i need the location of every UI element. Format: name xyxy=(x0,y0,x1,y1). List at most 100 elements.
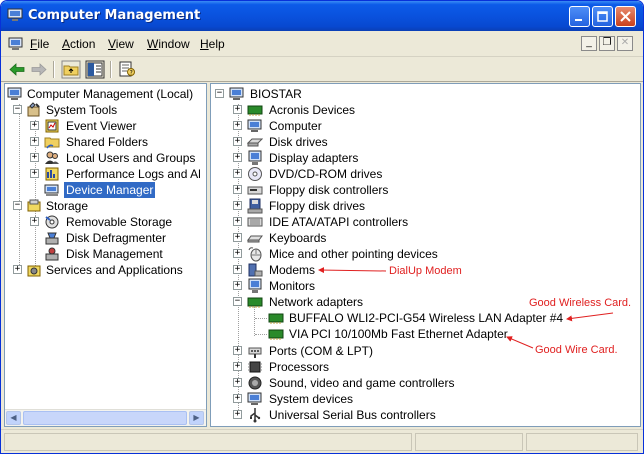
menu-view[interactable]: View xyxy=(108,37,134,51)
tree-line xyxy=(255,334,267,335)
scroll-right-button[interactable]: ▶ xyxy=(189,411,204,425)
expand-toggle[interactable]: + xyxy=(233,410,242,419)
show-hide-tree-icon[interactable] xyxy=(85,60,105,79)
expand-toggle[interactable]: + xyxy=(233,121,242,130)
display-adapter-icon xyxy=(248,150,262,165)
status-bar xyxy=(1,429,643,453)
expand-toggle[interactable]: + xyxy=(13,265,22,274)
menu-help[interactable]: Help xyxy=(200,37,225,51)
window-title: Computer Management xyxy=(28,8,201,23)
status-cell-tertiary xyxy=(526,433,638,451)
network-card-icon xyxy=(268,329,284,340)
toolbar-separator xyxy=(53,61,55,78)
modem-icon xyxy=(248,263,263,277)
expand-toggle[interactable]: + xyxy=(30,137,39,146)
expand-toggle[interactable]: + xyxy=(233,346,242,355)
menu-bar: File Action View Window Help _ ❐ ✕ xyxy=(1,31,643,57)
toolbar-separator xyxy=(110,61,112,78)
menu-action[interactable]: Action xyxy=(62,37,95,51)
expand-toggle[interactable]: + xyxy=(30,121,39,130)
performance-logs-icon xyxy=(45,167,59,181)
system-devices-icon xyxy=(247,392,262,405)
usb-icon xyxy=(250,408,261,423)
forward-arrow-icon[interactable] xyxy=(29,60,49,79)
expand-toggle[interactable]: + xyxy=(233,362,242,371)
storage-icon xyxy=(27,199,41,212)
expand-toggle[interactable]: + xyxy=(233,378,242,387)
expand-toggle[interactable]: + xyxy=(233,153,242,162)
maximize-button[interactable] xyxy=(592,6,613,27)
mdi-minimize-button[interactable]: _ xyxy=(581,36,597,51)
up-folder-icon[interactable] xyxy=(61,60,81,79)
expand-toggle[interactable]: + xyxy=(233,394,242,403)
expand-toggle[interactable]: + xyxy=(233,265,242,274)
keyboard-icon xyxy=(247,235,263,243)
computer-icon xyxy=(229,87,244,100)
annotation-good-wire-card: Good Wire Card. xyxy=(535,344,618,356)
network-adapter-icon xyxy=(247,297,263,308)
toolbar: ? xyxy=(1,57,643,82)
expand-toggle[interactable]: + xyxy=(233,185,242,194)
minimize-icon xyxy=(575,19,582,21)
ide-controller-icon xyxy=(247,217,263,227)
status-cell-secondary xyxy=(415,433,523,451)
expand-toggle[interactable]: + xyxy=(233,217,242,226)
cd-drive-icon xyxy=(248,167,262,181)
mmc-document-icon[interactable] xyxy=(8,36,24,52)
back-arrow-icon[interactable] xyxy=(7,60,27,79)
menu-window[interactable]: Window xyxy=(147,37,190,51)
device-manager-icon xyxy=(44,184,59,196)
scrollbar-thumb[interactable] xyxy=(23,411,187,425)
disk-defragmenter-icon xyxy=(45,232,59,245)
maximize-icon xyxy=(597,11,608,22)
mouse-icon xyxy=(248,247,262,262)
menu-file[interactable]: File xyxy=(30,37,49,51)
computer-management-icon xyxy=(7,8,23,21)
expand-toggle[interactable]: + xyxy=(30,217,39,226)
mdi-restore-button[interactable]: ❐ xyxy=(599,36,615,51)
computer-management-window: Computer Management File Action View Win… xyxy=(0,0,644,454)
expand-toggle[interactable]: + xyxy=(233,137,242,146)
tree-line xyxy=(19,104,20,269)
minimize-button[interactable] xyxy=(569,6,590,27)
shared-folder-icon xyxy=(44,137,60,149)
status-cell-main xyxy=(4,433,412,451)
scroll-left-button[interactable]: ◀ xyxy=(6,411,21,425)
expand-toggle[interactable]: + xyxy=(233,169,242,178)
close-button[interactable] xyxy=(615,6,636,27)
expand-toggle[interactable]: + xyxy=(233,249,242,258)
floppy-drive-icon xyxy=(247,198,263,214)
mdi-close-button[interactable]: ✕ xyxy=(617,36,633,51)
network-card-icon xyxy=(268,313,284,324)
users-group-icon xyxy=(45,151,59,164)
expand-toggle[interactable]: + xyxy=(30,153,39,162)
computer-icon xyxy=(7,87,22,100)
collapse-toggle[interactable]: − xyxy=(215,89,224,98)
disk-management-icon xyxy=(45,247,59,261)
collapse-toggle[interactable]: − xyxy=(13,105,22,114)
annotation-good-wireless-card: Good Wireless Card. xyxy=(529,297,632,309)
tree-line xyxy=(255,318,267,319)
circuit-board-icon xyxy=(247,105,263,116)
system-tools-icon xyxy=(27,102,40,117)
mdi-controls: _ ❐ ✕ xyxy=(581,36,637,52)
floppy-controller-icon xyxy=(247,186,263,195)
title-bar[interactable]: Computer Management xyxy=(1,1,643,31)
expand-toggle[interactable]: + xyxy=(30,169,39,178)
properties-icon[interactable]: ? xyxy=(117,60,137,79)
computer-icon xyxy=(247,119,262,132)
console-tree-pane[interactable]: Computer Management (Local) − System Too… xyxy=(4,83,207,427)
ports-icon xyxy=(248,347,262,358)
device-tree-pane[interactable]: − BIOSTAR + Acronis Devices + Computer +… xyxy=(210,83,641,427)
expand-toggle[interactable]: + xyxy=(233,233,242,242)
horizontal-scrollbar[interactable]: ◀ ▶ xyxy=(5,409,206,426)
annotation-dialup-modem: DialUp Modem xyxy=(389,265,462,277)
services-applications-icon xyxy=(27,265,41,277)
expand-toggle[interactable]: + xyxy=(233,201,242,210)
collapse-toggle[interactable]: − xyxy=(233,297,242,306)
expand-toggle[interactable]: + xyxy=(233,105,242,114)
close-icon xyxy=(620,11,631,22)
expand-toggle[interactable]: + xyxy=(233,281,242,290)
processor-icon xyxy=(248,361,262,373)
collapse-toggle[interactable]: − xyxy=(13,201,22,210)
